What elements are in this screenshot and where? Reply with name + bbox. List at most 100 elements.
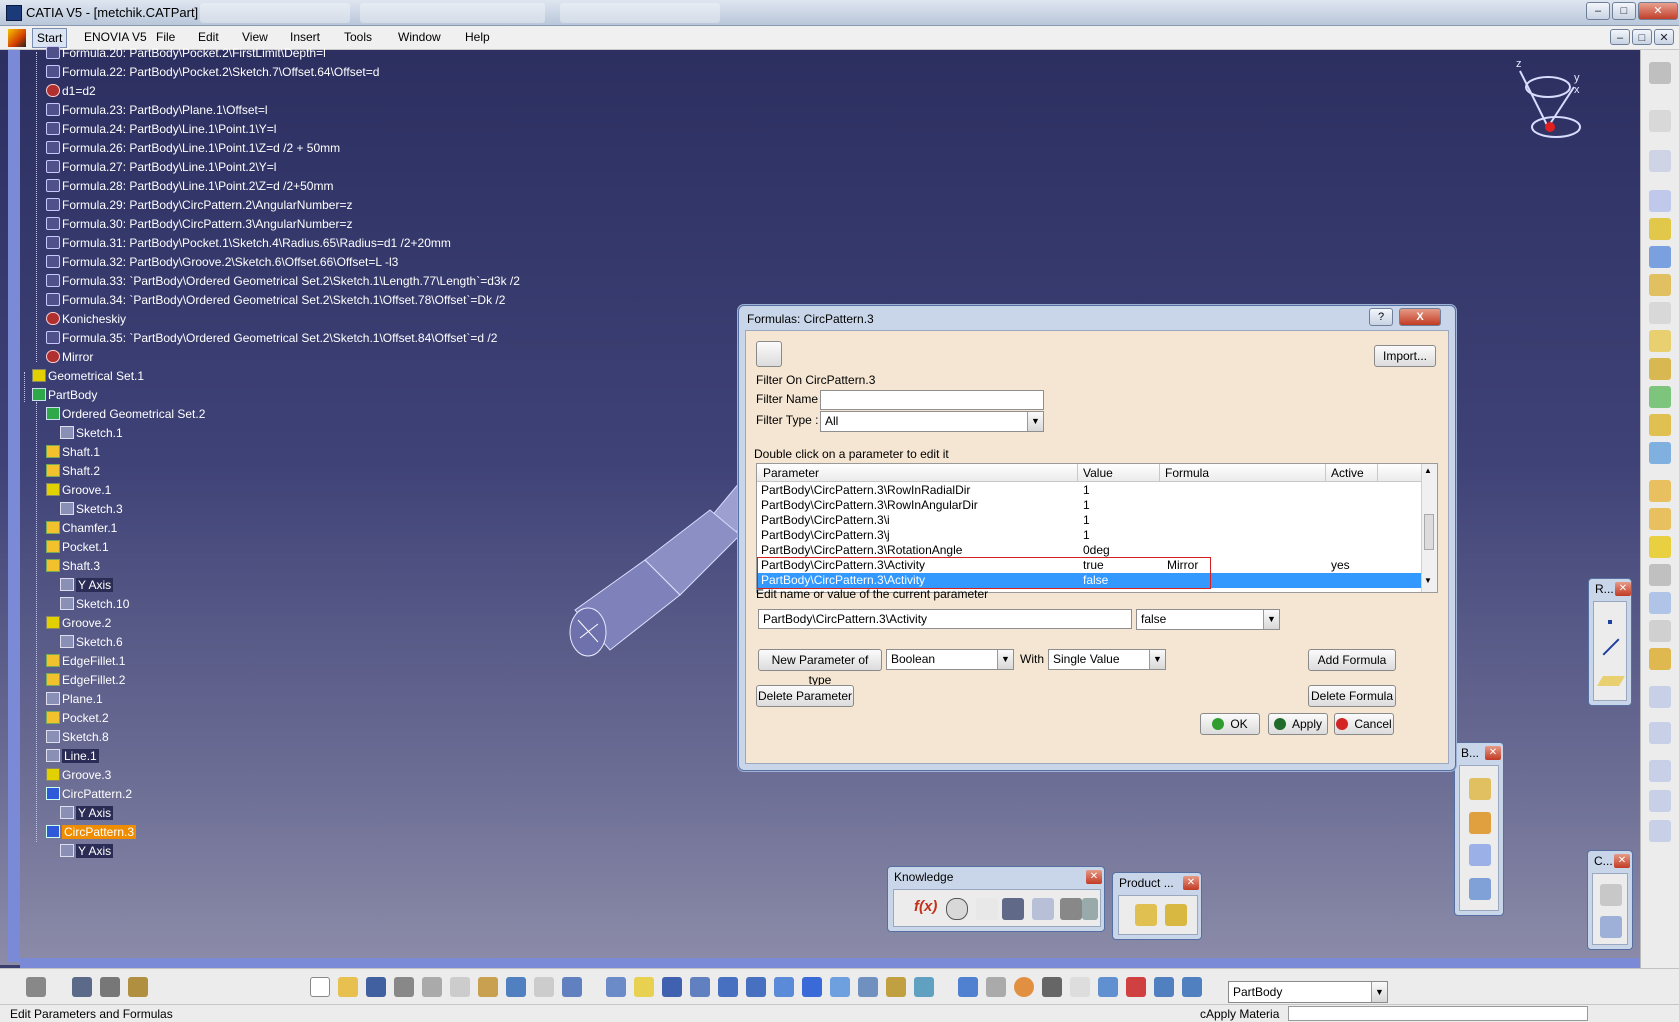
cancel-button[interactable]: Cancel xyxy=(1334,713,1394,735)
constraint-grid-icon[interactable] xyxy=(1600,916,1622,938)
close-icon[interactable]: ✕ xyxy=(1485,746,1501,760)
import-button[interactable]: Import... xyxy=(1374,345,1436,367)
tree-vertical-scrollbar[interactable] xyxy=(8,50,20,962)
tree-item[interactable]: Formula.29: PartBody\CircPattern.2\Angul… xyxy=(46,197,352,214)
draft-icon[interactable] xyxy=(1649,536,1671,558)
tree-item[interactable]: Y Axis xyxy=(60,843,114,860)
fillet-icon[interactable] xyxy=(1649,480,1671,502)
tree-item[interactable]: PartBody xyxy=(32,387,97,404)
rotate-icon[interactable] xyxy=(690,977,710,997)
tree-item[interactable]: Sketch.6 xyxy=(60,634,123,651)
plane-icon[interactable] xyxy=(1182,977,1202,997)
new-parameter-button[interactable]: New Parameter of type xyxy=(758,649,882,687)
sketch-check-icon[interactable] xyxy=(1126,977,1146,997)
new-icon[interactable] xyxy=(310,977,330,997)
tree-item-selected[interactable]: CircPattern.3 xyxy=(46,824,137,841)
tree-item[interactable]: Shaft.2 xyxy=(46,463,100,480)
table-scrollbar[interactable]: ▲ ▼ xyxy=(1421,464,1437,592)
print-icon[interactable] xyxy=(394,977,414,997)
pocket-icon[interactable] xyxy=(1649,218,1671,240)
point-icon[interactable] xyxy=(1608,620,1612,624)
compass-icon[interactable]: z y x xyxy=(1508,57,1588,147)
line-icon[interactable] xyxy=(1602,638,1620,656)
axis-icon[interactable] xyxy=(1042,977,1062,997)
boolean-icon[interactable] xyxy=(1649,790,1671,812)
tree-item[interactable]: Formula.26: PartBody\Line.1\Point.1\Z=d … xyxy=(46,140,340,157)
tree-item[interactable]: EdgeFillet.1 xyxy=(46,653,125,670)
pattern-icon[interactable] xyxy=(1649,722,1671,744)
background-tab[interactable] xyxy=(560,3,720,23)
tree-item[interactable]: Formula.33: `PartBody\Ordered Geometrica… xyxy=(46,273,520,290)
viewport-horizontal-scrollbar[interactable] xyxy=(20,958,1640,968)
tree-item[interactable]: Sketch.1 xyxy=(60,425,123,442)
redo-icon[interactable] xyxy=(534,977,554,997)
filter-type-select[interactable]: All ▼ xyxy=(820,411,1044,432)
help-button[interactable]: ? xyxy=(1369,308,1393,326)
rib-icon[interactable] xyxy=(1649,330,1671,352)
menu-help[interactable]: Help xyxy=(465,30,490,44)
tree-item[interactable]: Sketch.3 xyxy=(60,501,123,518)
floating-toolbar-b[interactable]: B... ✕ xyxy=(1454,742,1504,916)
tree-item[interactable]: Formula.30: PartBody\CircPattern.3\Angul… xyxy=(46,216,352,233)
paste-icon[interactable] xyxy=(478,977,498,997)
loft-icon[interactable] xyxy=(1649,414,1671,436)
measure-icon[interactable] xyxy=(1649,820,1671,842)
background-tab[interactable] xyxy=(200,3,350,23)
tree-item[interactable]: Formula.32: PartBody\Groove.2\Sketch.6\O… xyxy=(46,254,398,271)
thread-icon[interactable] xyxy=(1649,620,1671,642)
menu-tools[interactable]: Tools xyxy=(344,30,372,44)
column-parameter[interactable]: Parameter xyxy=(763,466,819,480)
knowledge-toolbar[interactable]: Knowledge ✕ f(x) xyxy=(887,866,1105,932)
sketcher-icon[interactable] xyxy=(1649,150,1671,172)
remove-lump-icon[interactable] xyxy=(1469,878,1491,900)
mirror-icon[interactable] xyxy=(1649,686,1671,708)
shell-icon[interactable] xyxy=(1649,564,1671,586)
cube-icon[interactable] xyxy=(1098,977,1118,997)
measure-icon[interactable] xyxy=(1070,977,1090,997)
slot-icon[interactable] xyxy=(1649,358,1671,380)
tree-item[interactable]: Konicheskiy xyxy=(46,311,126,328)
filter-name-input[interactable] xyxy=(820,390,1044,410)
normal-view-icon[interactable] xyxy=(774,977,794,997)
column-value[interactable]: Value xyxy=(1083,466,1113,480)
tree-item[interactable]: Formula.28: PartBody\Line.1\Point.2\Z=d … xyxy=(46,178,333,195)
constraint-icon[interactable] xyxy=(986,977,1006,997)
doc-minimize-button[interactable]: – xyxy=(1610,29,1630,45)
background-tab[interactable] xyxy=(360,3,545,23)
render-style-icon[interactable] xyxy=(858,977,878,997)
table-row[interactable]: PartBody\CircPattern.3\RotationAngle 0deg xyxy=(757,543,1423,558)
intersect-icon[interactable] xyxy=(1469,844,1491,866)
snap-icon[interactable] xyxy=(958,977,978,997)
plane-icon[interactable] xyxy=(1597,676,1625,686)
delete-formula-button[interactable]: Delete Formula xyxy=(1308,685,1396,707)
fly-mode-icon[interactable] xyxy=(606,977,626,997)
add-formula-button[interactable]: Add Formula xyxy=(1308,649,1396,671)
maximize-window-button[interactable]: □ xyxy=(1612,2,1636,20)
list-icon[interactable] xyxy=(1154,977,1174,997)
tree-item[interactable]: Formula.35: `PartBody\Ordered Geometrica… xyxy=(46,330,497,347)
settings-icon[interactable] xyxy=(1649,62,1671,84)
tree-item[interactable]: Groove.2 xyxy=(46,615,111,632)
pad-icon[interactable] xyxy=(1649,190,1671,212)
chamfer-icon[interactable] xyxy=(1649,508,1671,530)
assemble-icon[interactable] xyxy=(1469,812,1491,834)
check-icon[interactable] xyxy=(976,898,998,920)
tree-item[interactable]: Formula.23: PartBody\Plane.1\Offset=l xyxy=(46,102,268,119)
swap-space-icon[interactable] xyxy=(914,977,934,997)
bottle-icon[interactable] xyxy=(128,977,148,997)
tree-item[interactable]: Formula.20: PartBody\Pocket.2\FirstLimit… xyxy=(46,45,326,62)
open-icon[interactable] xyxy=(338,977,358,997)
tree-item[interactable]: Chamfer.1 xyxy=(46,520,117,537)
tree-item[interactable]: Formula.27: PartBody\Line.1\Point.2\Y=l xyxy=(46,159,276,176)
tree-item[interactable]: Groove.3 xyxy=(46,767,111,784)
tree-item[interactable]: Geometrical Set.1 xyxy=(32,368,144,385)
translate-icon[interactable] xyxy=(1649,648,1671,670)
edit-value-select[interactable]: false ▼ xyxy=(1136,609,1280,630)
apply-button[interactable]: Apply xyxy=(1268,713,1328,735)
lock-icon[interactable] xyxy=(1060,898,1082,920)
multi-view-icon[interactable] xyxy=(802,977,822,997)
groove-icon[interactable] xyxy=(1649,274,1671,296)
tree-item[interactable]: Shaft.1 xyxy=(46,444,100,461)
tree-item[interactable]: Sketch.8 xyxy=(46,729,109,746)
tree-item[interactable]: Y Axis xyxy=(60,577,114,594)
